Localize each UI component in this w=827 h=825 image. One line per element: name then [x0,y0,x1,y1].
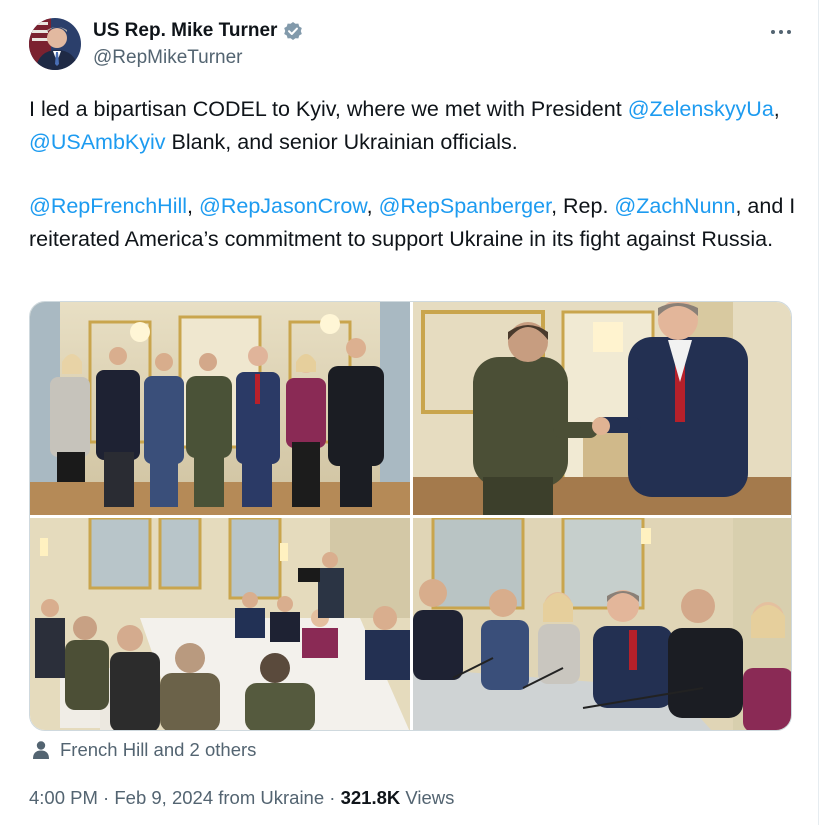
tweet-text: I led a bipartisan CODEL to Kyiv, where … [29,93,799,255]
tweet-date[interactable]: Feb 9, 2024 [114,787,213,808]
verified-badge-icon [283,21,303,41]
tweet-text-segment: , [735,194,742,218]
tweet-source: from Ukraine [213,787,325,808]
meta-separator: · [97,787,115,808]
mention-zelenskyyua[interactable]: @ZelenskyyUa [628,97,774,121]
tweet-text-segment: , [366,194,373,218]
photo-meeting-closeup[interactable] [413,518,791,730]
tweet-text-segment: , [187,194,194,218]
tweet-card: US Rep. Mike Turner @RepMikeTurner I led… [0,0,819,825]
tweet-paragraph-2: @RepFrenchHill, @RepJasonCrow, @RepSpanb… [29,190,799,255]
media-grid [29,301,792,731]
mention-repfrenchhill[interactable]: @RepFrenchHill [29,194,187,218]
author-handle[interactable]: @RepMikeTurner [93,47,243,69]
tagged-users[interactable]: French Hill and 2 others [31,739,256,761]
photo-meeting-wide[interactable] [30,518,410,730]
mention-usambkyiv[interactable]: @USAmbKyiv [29,130,166,154]
person-icon [33,741,49,759]
tweet-text-segment: , [773,97,780,121]
mention-repjasoncrow[interactable]: @RepJasonCrow [199,194,367,218]
mention-repspanberger[interactable]: @RepSpanberger [379,194,551,218]
views-label: Views [400,787,455,808]
photo-group-portrait[interactable] [30,302,410,515]
mention-zachnunn[interactable]: @ZachNunn [614,194,735,218]
author-name-row: US Rep. Mike Turner [93,20,303,42]
tweet-text-segment: I led a bipartisan CODEL to Kyiv, where … [29,97,622,121]
more-options-icon[interactable] [766,22,796,42]
tweet-time[interactable]: 4:00 PM [29,787,98,808]
tweet-paragraph-1: I led a bipartisan CODEL to Kyiv, where … [29,93,799,158]
tweet-text-segment: Blank, and senior Ukrainian officials. [171,129,518,154]
tweet-text-segment: , Rep. [551,194,609,218]
author-avatar[interactable] [29,18,81,70]
photo-handshake[interactable] [413,302,791,515]
author-display-name[interactable]: US Rep. Mike Turner [93,20,277,42]
meta-separator: · [324,787,341,808]
views-count: 321.8K [340,787,401,808]
tweet-meta: 4:00 PM · Feb 9, 2024 from Ukraine · 321… [29,787,454,809]
tagged-users-label: French Hill and 2 others [60,739,257,760]
